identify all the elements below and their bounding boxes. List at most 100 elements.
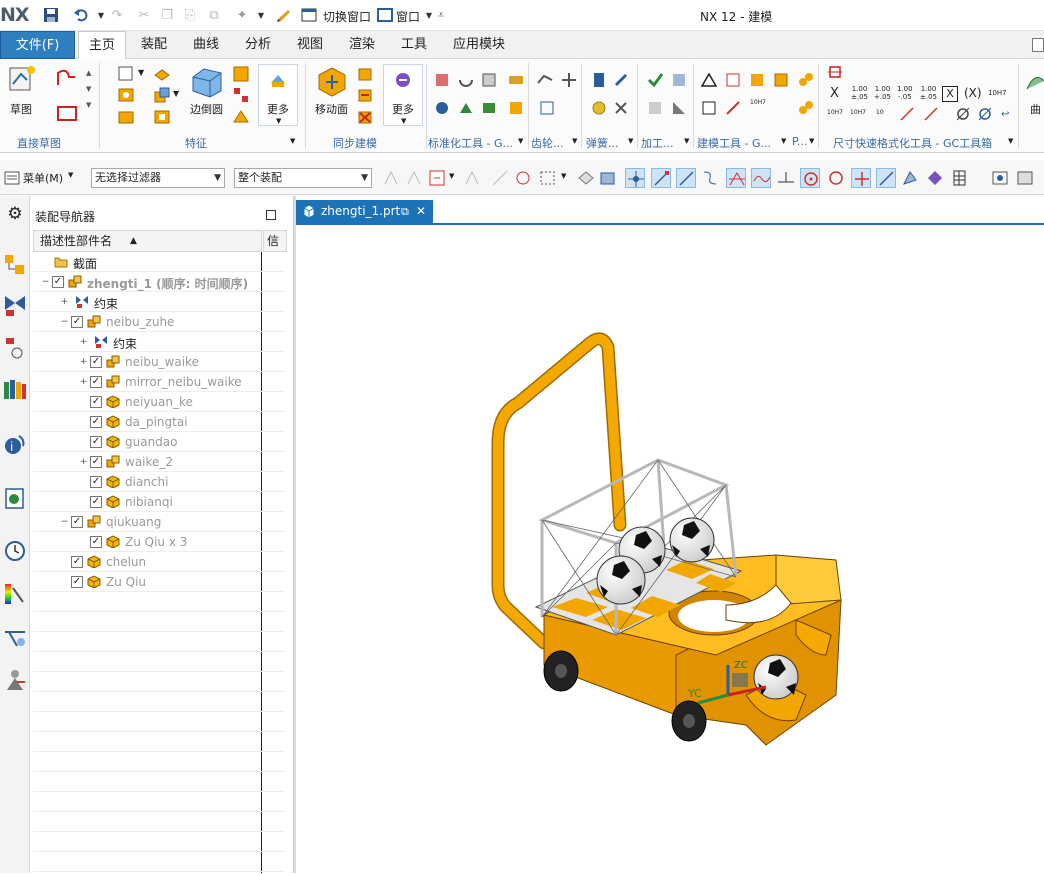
tree-row[interactable]: ✓ Zu Qiu bbox=[33, 572, 285, 592]
column-header-info[interactable]: 信 bbox=[263, 230, 287, 252]
fit-tol-2-icon[interactable]: 10H7 bbox=[850, 109, 866, 116]
machining-tool-4-icon[interactable] bbox=[670, 99, 688, 117]
visibility-checkbox[interactable]: ✓ bbox=[52, 276, 64, 288]
visibility-checkbox[interactable]: ✓ bbox=[90, 476, 102, 488]
tree-row[interactable]: 截面 bbox=[33, 252, 285, 272]
collapse-icon[interactable]: − bbox=[60, 318, 69, 327]
group-sync-modeling[interactable]: 同步建模 bbox=[333, 135, 377, 151]
cut-icon[interactable]: ✂ bbox=[135, 6, 153, 24]
tab-view[interactable]: 视图 bbox=[286, 31, 334, 59]
tree-row[interactable]: ✓ dianchi bbox=[33, 472, 285, 492]
p-tool-2-icon[interactable] bbox=[797, 99, 815, 117]
reference-dim-icon[interactable]: (X) bbox=[964, 86, 982, 100]
tol-upper-button[interactable]: 1.00 +.05 bbox=[874, 85, 891, 101]
visibility-checkbox[interactable]: ✓ bbox=[71, 316, 83, 328]
group-direct-sketch[interactable]: 直接草图 bbox=[17, 135, 61, 151]
std-tool-1-icon[interactable] bbox=[433, 71, 451, 89]
maximize-icon[interactable] bbox=[266, 210, 276, 220]
tree-row[interactable]: − ✓ qiukuang bbox=[33, 512, 285, 532]
group-modeling-tools[interactable]: 建模工具 - G... bbox=[697, 135, 771, 151]
move-face-icon[interactable] bbox=[316, 65, 348, 97]
surface-icon[interactable] bbox=[1026, 69, 1044, 95]
modeling-tool-2-icon[interactable] bbox=[724, 71, 742, 89]
circle-center-icon[interactable] bbox=[800, 168, 820, 188]
basic-dim-x-icon[interactable]: X bbox=[942, 86, 958, 102]
visibility-checkbox[interactable]: ✓ bbox=[90, 496, 102, 508]
visibility-checkbox[interactable]: ✓ bbox=[90, 416, 102, 428]
group-p[interactable]: P... bbox=[792, 135, 807, 148]
customize-qat-icon[interactable]: ⩡ bbox=[432, 6, 450, 24]
block-icon[interactable] bbox=[117, 65, 135, 83]
window-icon[interactable] bbox=[376, 6, 394, 24]
move-face-label[interactable]: 移动面 bbox=[315, 101, 348, 117]
point-on-face-icon[interactable] bbox=[900, 168, 920, 188]
switch-window-icon[interactable] bbox=[300, 6, 318, 24]
hd3d-tools-icon[interactable]: i bbox=[3, 432, 27, 456]
menu-icon[interactable] bbox=[4, 168, 20, 188]
modeling-tool-1-icon[interactable] bbox=[700, 71, 718, 89]
subtract-icon[interactable] bbox=[153, 108, 171, 126]
diameter-2-icon[interactable] bbox=[976, 105, 994, 123]
std-tool-6-icon[interactable] bbox=[457, 99, 475, 117]
gear-tool-3-icon[interactable] bbox=[538, 99, 556, 117]
edge-blend-icon[interactable] bbox=[190, 65, 224, 99]
shell-icon[interactable] bbox=[117, 108, 135, 126]
tab-curve[interactable]: 曲线 bbox=[182, 31, 230, 59]
diameter-icon[interactable] bbox=[954, 105, 972, 123]
control-point-icon[interactable] bbox=[700, 168, 720, 188]
snap-point-on-icon[interactable] bbox=[625, 168, 645, 188]
tab-render[interactable]: 渲染 bbox=[338, 31, 386, 59]
close-icon[interactable]: ✕ bbox=[416, 200, 426, 223]
tab-home[interactable]: 主页 bbox=[78, 31, 126, 60]
quadrant-icon[interactable] bbox=[826, 168, 846, 188]
switch-window-label[interactable]: 切换窗口 bbox=[323, 8, 371, 25]
p-tool-1-icon[interactable] bbox=[797, 71, 815, 89]
assembly-navigator-icon[interactable] bbox=[3, 253, 27, 277]
tree-row[interactable]: ✓ Zu Qiu x 3 bbox=[33, 532, 285, 552]
extrude-icon[interactable] bbox=[153, 65, 171, 83]
touch-mode-icon[interactable]: ✦ bbox=[233, 6, 251, 24]
gear-dropdown-icon[interactable]: ▼ bbox=[572, 137, 577, 145]
tol-sym-button[interactable]: 1.00 ±.05 bbox=[851, 85, 868, 101]
std-tool-4-icon[interactable] bbox=[507, 71, 525, 89]
pattern-icon[interactable] bbox=[232, 86, 250, 104]
part-navigator-icon[interactable] bbox=[3, 336, 27, 360]
visibility-checkbox[interactable]: ✓ bbox=[90, 356, 102, 368]
std-tool-2-icon[interactable] bbox=[457, 71, 475, 89]
edge-blend-label[interactable]: 边倒圆 bbox=[190, 101, 223, 117]
std-tool-5-icon[interactable] bbox=[433, 99, 451, 117]
column-header-name[interactable]: 描述性部件名 ▲ bbox=[33, 230, 262, 252]
fit-tol-5-icon[interactable] bbox=[922, 105, 940, 123]
role-icon[interactable] bbox=[3, 668, 27, 692]
tol-lower-button[interactable]: 1.00 -.05 bbox=[897, 85, 913, 101]
modeling-tools-dropdown-icon[interactable]: ▼ bbox=[781, 137, 786, 145]
paste-special-icon[interactable]: ⧉ bbox=[205, 6, 223, 24]
midpoint-icon[interactable] bbox=[676, 168, 696, 188]
grid-icon[interactable] bbox=[950, 168, 970, 188]
tree-row[interactable]: + 约束 bbox=[33, 292, 285, 312]
menu-button[interactable]: 菜单(M) bbox=[23, 170, 63, 186]
group-feature[interactable]: 特征 bbox=[185, 135, 207, 151]
bounded-grid-icon[interactable] bbox=[925, 168, 945, 188]
pull-face-icon[interactable] bbox=[356, 65, 374, 83]
expand-icon[interactable]: + bbox=[60, 298, 69, 307]
undock-icon[interactable]: ⧉ bbox=[401, 200, 409, 223]
copy-icon[interactable]: ❐ bbox=[158, 6, 176, 24]
rectangle-select-icon[interactable] bbox=[538, 168, 558, 188]
collapse-icon[interactable]: − bbox=[41, 278, 50, 287]
tol-class-icon[interactable]: 10H7 bbox=[988, 89, 1007, 97]
fit-tol-4-icon[interactable] bbox=[898, 105, 916, 123]
tangent-icon[interactable] bbox=[776, 168, 796, 188]
group-dim-format[interactable]: 尺寸快速格式化工具 - GC工具箱 bbox=[833, 135, 992, 151]
expand-icon[interactable]: + bbox=[79, 378, 88, 387]
select-type-icon[interactable] bbox=[404, 168, 424, 188]
tol-limit-button[interactable]: 1.00 ±.05 bbox=[920, 85, 937, 101]
history-icon[interactable] bbox=[3, 539, 27, 563]
web-browser-icon[interactable] bbox=[3, 486, 27, 510]
spring-tool-4-icon[interactable] bbox=[612, 99, 630, 117]
solid-select-icon[interactable] bbox=[598, 168, 618, 188]
render-style-icon[interactable] bbox=[1015, 168, 1035, 188]
process-studio-icon[interactable] bbox=[3, 626, 27, 650]
tab-analysis[interactable]: 分析 bbox=[234, 31, 282, 59]
profile-icon[interactable] bbox=[55, 67, 79, 89]
